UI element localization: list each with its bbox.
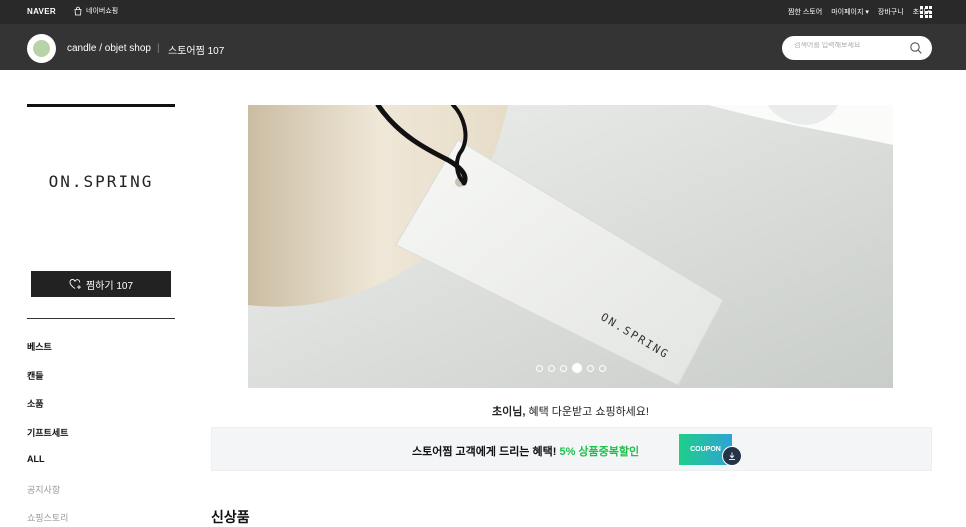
banner-dot-6[interactable] (598, 364, 606, 372)
greeting-message: 초이님, 혜택 다운받고 쇼핑하세요! (248, 403, 893, 419)
store-name[interactable]: candle / objet shop (67, 43, 151, 54)
zzim-button[interactable]: 찜하기 107 (31, 271, 171, 297)
sidebar-divider (27, 318, 175, 319)
gnb-user-links: 찜한 스토어 마이페이지 ▾ 장바구니 초이 ▾ (788, 7, 931, 17)
category-item-notice[interactable]: 공지사항 (27, 483, 68, 512)
search-input[interactable] (794, 42, 904, 49)
category-item-all[interactable]: ALL (27, 454, 68, 483)
store-header: candle / objet shop | 스토어찜 107 (0, 24, 966, 70)
naver-logo[interactable]: NAVER (27, 7, 56, 16)
zzim-button-label: 찜하기 107 (85, 280, 134, 292)
search-icon[interactable] (909, 41, 923, 55)
brand-logo-text[interactable]: ON.SPRING (27, 172, 175, 191)
banner-pagination (248, 363, 893, 373)
naver-shopping-label: 네이버쇼핑 (86, 8, 119, 15)
shopping-bag-icon (74, 6, 82, 16)
coupon-text: 스토어찜 고객에게 드리는 혜택! 5% 상품중복할인 (412, 443, 639, 459)
category-item-giftset[interactable]: 기프트세트 (27, 426, 68, 455)
naver-shopping-link[interactable]: 네이버쇼핑 (73, 6, 118, 16)
banner-dot-5[interactable] (586, 364, 594, 372)
store-logo[interactable] (27, 34, 56, 63)
coupon-highlight: 5% 상품중복할인 (559, 446, 640, 458)
coupon-banner: 스토어찜 고객에게 드리는 혜택! 5% 상품중복할인 COUPON (211, 427, 932, 471)
search-box[interactable] (782, 36, 932, 60)
banner-dot-4[interactable] (571, 363, 582, 373)
banner-dot-3[interactable] (559, 364, 567, 372)
category-item-objet[interactable]: 소품 (27, 397, 68, 426)
sidebar-top-divider (27, 104, 175, 107)
global-nav-bar: NAVER 네이버쇼핑 찜한 스토어 마이페이지 ▾ 장바구니 초이 ▾ (0, 0, 966, 24)
banner-photo: ON.SPRING (248, 105, 893, 388)
coupon-description: 스토어찜 고객에게 드리는 혜택! (412, 446, 557, 458)
gnb-link-mypage[interactable]: 마이페이지 ▾ (831, 7, 869, 17)
greeting-user-name: 초이님, (492, 406, 526, 418)
store-name-separator: | (157, 43, 160, 54)
gnb-link-cart[interactable]: 장바구니 (878, 7, 904, 17)
store-favorite-count: 스토어찜 107 (168, 46, 225, 57)
greeting-text: 혜택 다운받고 쇼핑하세요! (525, 406, 649, 418)
heart-plus-icon (69, 278, 81, 289)
gnb-link-favorite-stores[interactable]: 찜한 스토어 (788, 7, 822, 17)
category-item-story[interactable]: 쇼핑스토리 (27, 511, 68, 527)
category-list: 베스트 캔들 소품 기프트세트 ALL 공지사항 쇼핑스토리 (27, 340, 68, 527)
banner-dot-1[interactable] (535, 364, 543, 372)
download-icon[interactable] (722, 446, 742, 466)
banner-dot-2[interactable] (547, 364, 555, 372)
grid-icon[interactable] (920, 6, 932, 18)
main-banner[interactable]: ON.SPRING (248, 105, 893, 388)
coupon-button-label: COUPON (690, 446, 721, 453)
section-title-new-products: 신상품 (211, 509, 250, 525)
category-item-candle[interactable]: 캔들 (27, 369, 68, 398)
category-item-best[interactable]: 베스트 (27, 340, 68, 369)
